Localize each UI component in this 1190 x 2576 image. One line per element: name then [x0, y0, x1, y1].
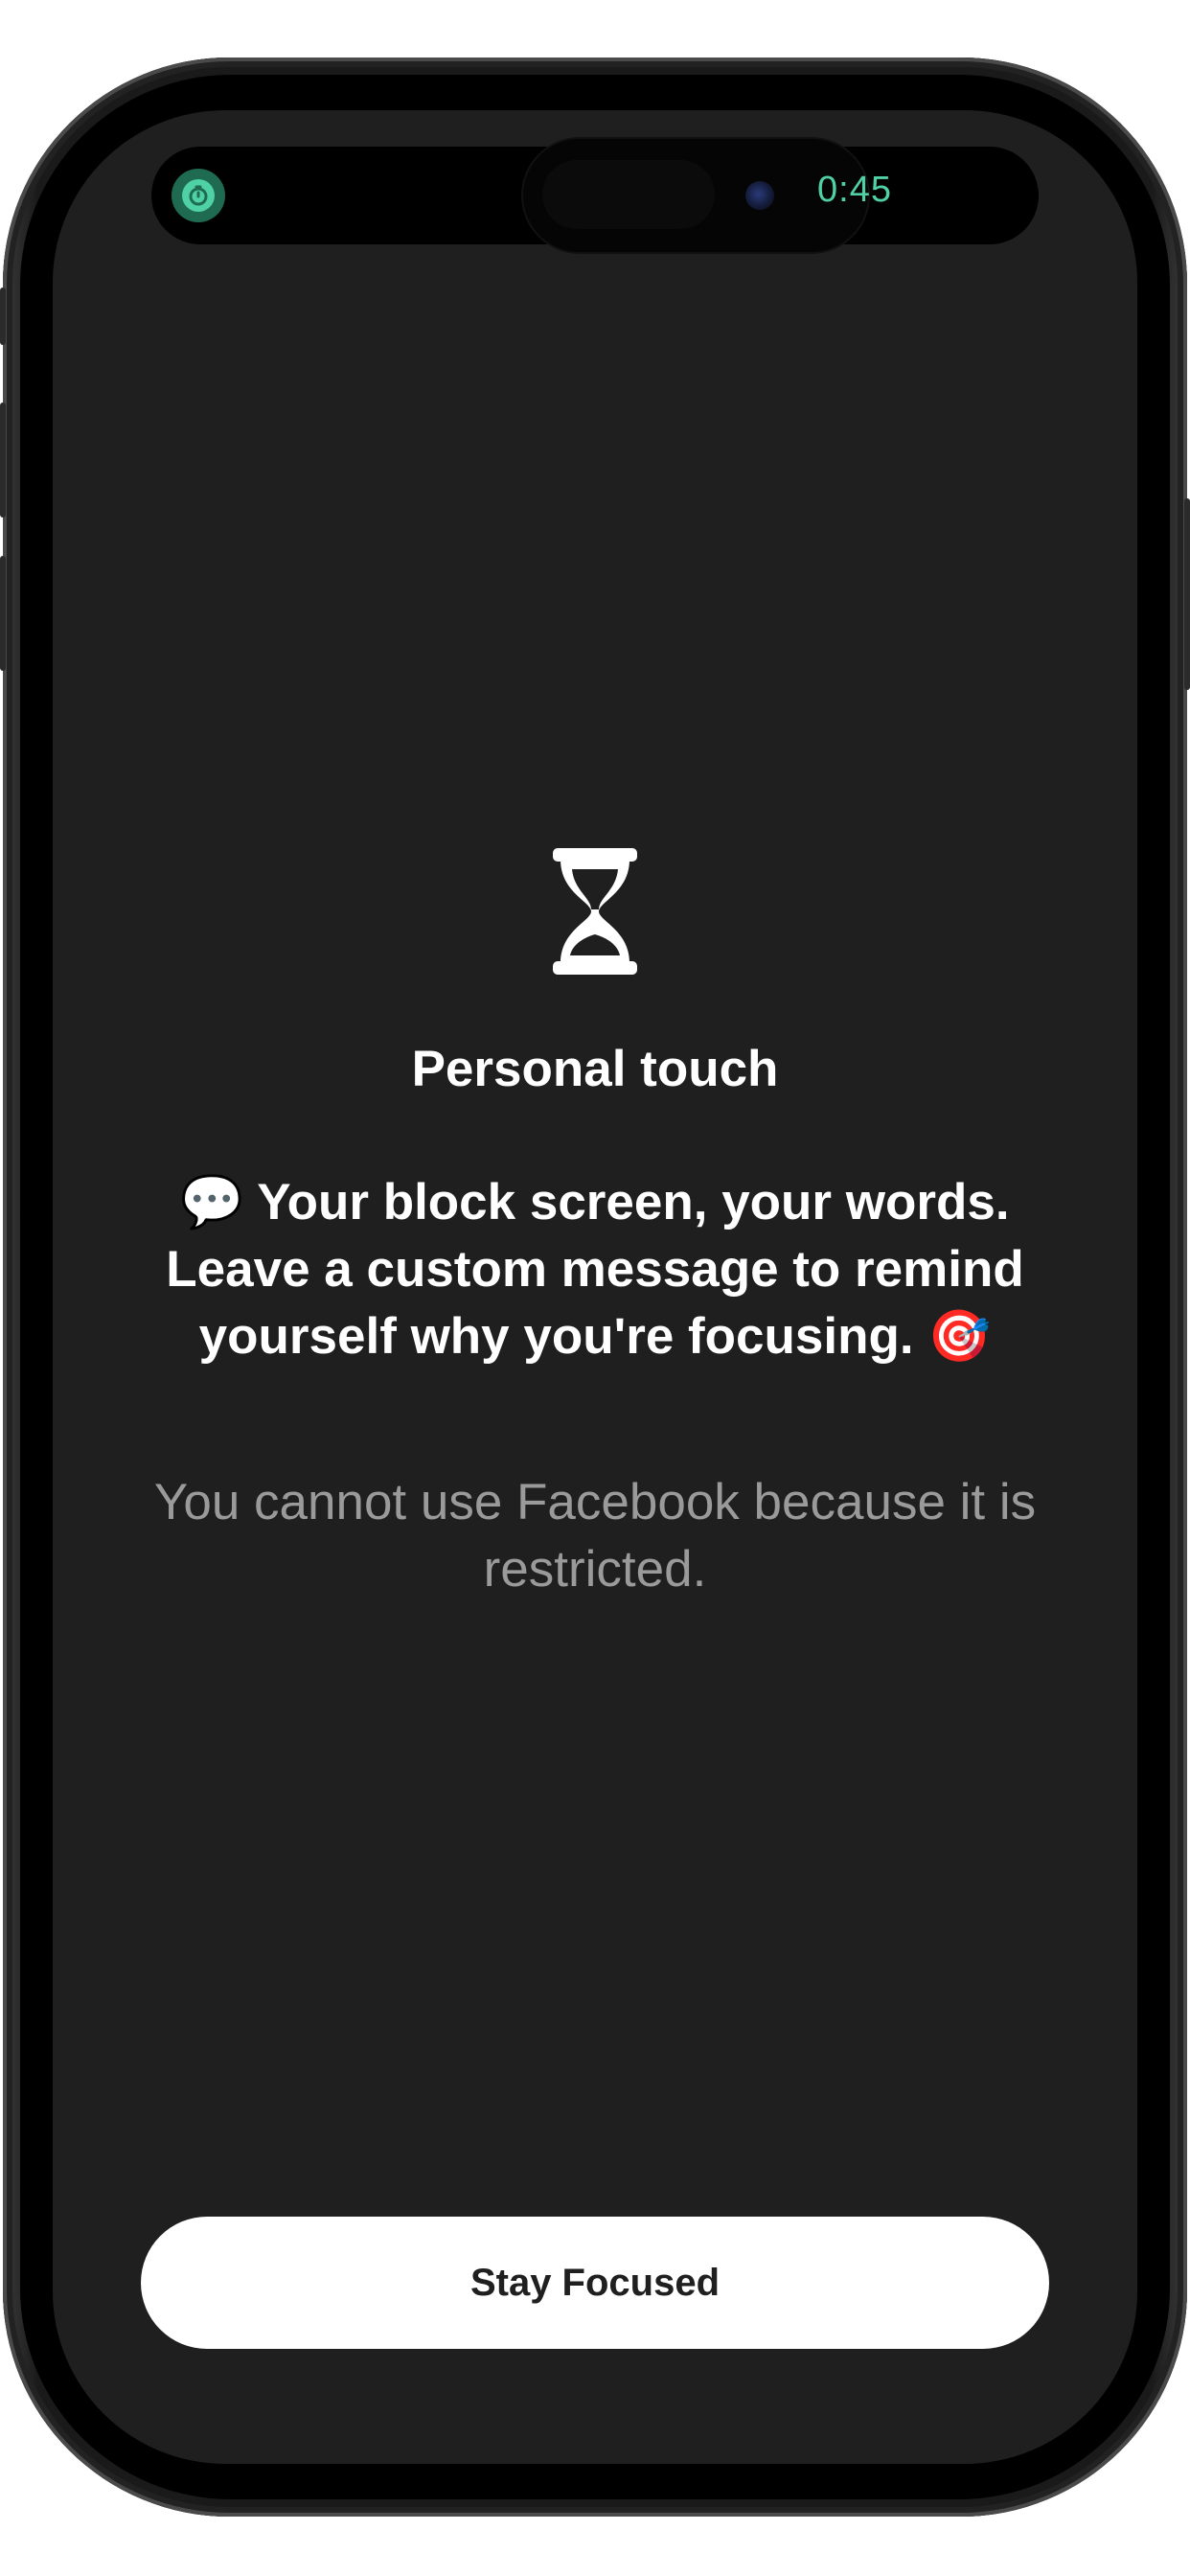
- timer-countdown: 0:45: [817, 170, 892, 210]
- dynamic-island[interactable]: 0:45: [151, 139, 1039, 252]
- power-button: [1184, 498, 1190, 690]
- timer-icon: [172, 169, 225, 222]
- face-id-sensor: [542, 160, 715, 229]
- speech-bubble-icon: 💬: [180, 1173, 244, 1231]
- camera-lens-icon: [745, 181, 774, 210]
- hourglass-icon: [553, 848, 637, 975]
- restriction-notice: You cannot use Facebook because it is re…: [153, 1474, 1037, 1598]
- island-camera-housing: [523, 139, 868, 252]
- volume-down-button: [0, 556, 6, 671]
- custom-message: 💬 Your block screen, your words. Leave a…: [120, 1169, 1070, 1370]
- block-screen-title: Personal touch: [411, 1041, 779, 1097]
- target-icon: 🎯: [927, 1307, 992, 1366]
- volume-up-button: [0, 402, 6, 518]
- stay-focused-label: Stay Focused: [469, 2261, 721, 2304]
- custom-message-text: Your block screen, your words. Leave a c…: [166, 1174, 1024, 1365]
- stay-focused-button[interactable]: Stay Focused: [141, 2217, 1049, 2349]
- block-screen: 0:45 Personal touch 💬 Your block screen,…: [53, 110, 1137, 2464]
- action-button: [0, 288, 6, 345]
